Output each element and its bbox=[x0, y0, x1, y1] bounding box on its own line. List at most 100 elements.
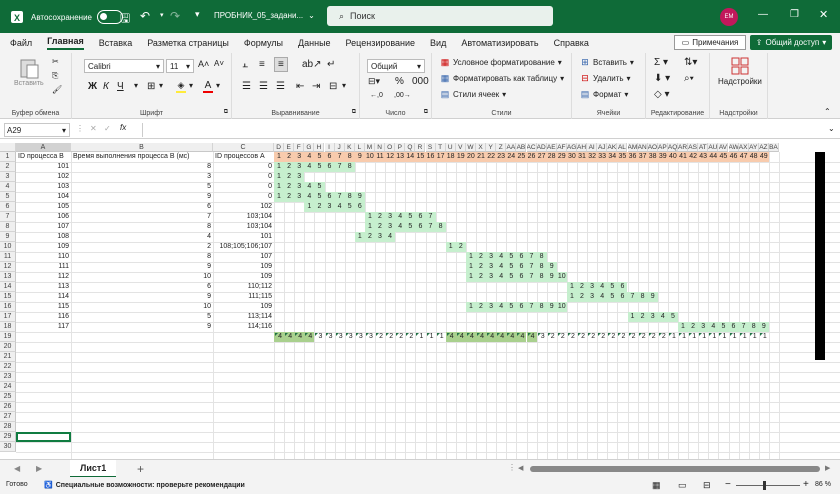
col-header[interactable]: AA bbox=[506, 143, 517, 152]
cell-dependencies[interactable]: 0 bbox=[213, 182, 274, 192]
parallel-count[interactable]: 2 bbox=[648, 332, 657, 342]
font-color-chevron-icon[interactable]: ▾ bbox=[216, 81, 220, 90]
parallel-count[interactable]: 1 bbox=[739, 332, 748, 342]
gantt-step[interactable]: 1 bbox=[466, 272, 476, 282]
gantt-step[interactable]: 2 bbox=[476, 302, 486, 312]
tab-data[interactable]: Данные bbox=[298, 38, 331, 48]
parallel-count[interactable]: 4 bbox=[456, 332, 465, 342]
time-axis-cell[interactable]: 19 bbox=[456, 152, 466, 162]
gantt-step[interactable]: 3 bbox=[648, 312, 658, 322]
gantt-step[interactable]: 7 bbox=[628, 292, 638, 302]
gantt-step[interactable]: 5 bbox=[314, 162, 324, 172]
scroll-right-icon[interactable]: ▶ bbox=[825, 464, 830, 472]
col-header[interactable]: AY bbox=[748, 143, 759, 152]
parallel-count[interactable]: 2 bbox=[375, 332, 384, 342]
qat-more-icon[interactable]: ▾ bbox=[195, 9, 200, 20]
gantt-step[interactable]: 2 bbox=[375, 212, 385, 222]
cell-process-id[interactable]: 103 bbox=[16, 182, 71, 192]
font-size-select[interactable]: 11 ▾ bbox=[166, 59, 194, 73]
row-header[interactable]: 3 bbox=[0, 172, 16, 182]
col-header[interactable]: AQ bbox=[667, 143, 678, 152]
cell-exec-time[interactable]: 9 bbox=[71, 262, 213, 272]
merge-icon[interactable]: ⊟ bbox=[329, 81, 337, 92]
gantt-step[interactable]: 5 bbox=[345, 202, 355, 212]
col-header[interactable]: AD bbox=[536, 143, 547, 152]
parallel-count[interactable]: 2 bbox=[577, 332, 586, 342]
gantt-step[interactable]: 5 bbox=[314, 182, 324, 192]
next-sheet-icon[interactable]: ▶ bbox=[36, 464, 42, 473]
parallel-count[interactable]: 2 bbox=[557, 332, 566, 342]
time-axis-cell[interactable]: 25 bbox=[516, 152, 526, 162]
gantt-step[interactable]: 4 bbox=[496, 252, 506, 262]
gantt-step[interactable]: 6 bbox=[355, 202, 365, 212]
gantt-step[interactable]: 1 bbox=[466, 252, 476, 262]
parallel-count[interactable]: 4 bbox=[304, 332, 313, 342]
cell-dependencies[interactable]: 102 bbox=[213, 202, 274, 212]
gantt-step[interactable]: 3 bbox=[486, 252, 496, 262]
row-header[interactable]: 16 bbox=[0, 302, 16, 312]
align-right-icon[interactable]: ☰ bbox=[276, 81, 285, 92]
cell-process-id[interactable]: 105 bbox=[16, 202, 71, 212]
col-header[interactable]: AI bbox=[587, 143, 598, 152]
zoom-in-icon[interactable]: + bbox=[803, 479, 809, 490]
gantt-step[interactable]: 7 bbox=[527, 272, 537, 282]
row-header[interactable]: 26 bbox=[0, 402, 16, 412]
time-axis-cell[interactable]: 44 bbox=[708, 152, 718, 162]
row-header[interactable]: 30 bbox=[0, 442, 16, 452]
row-header[interactable]: 28 bbox=[0, 422, 16, 432]
search-box[interactable]: ⌕ Поиск bbox=[327, 6, 553, 26]
parallel-count[interactable]: 1 bbox=[415, 332, 424, 342]
gantt-step[interactable]: 8 bbox=[537, 272, 547, 282]
time-axis-cell[interactable]: 28 bbox=[547, 152, 557, 162]
parallel-count[interactable]: 2 bbox=[638, 332, 647, 342]
parallel-count[interactable]: 4 bbox=[516, 332, 525, 342]
gantt-step[interactable]: 4 bbox=[496, 302, 506, 312]
cell-dependencies[interactable]: 103;104 bbox=[213, 222, 274, 232]
time-axis-cell[interactable]: 27 bbox=[537, 152, 547, 162]
gantt-step[interactable]: 1 bbox=[567, 282, 577, 292]
gantt-step[interactable]: 2 bbox=[284, 182, 294, 192]
col-header[interactable]: AW bbox=[728, 143, 739, 152]
decrease-indent-icon[interactable]: ⇤ bbox=[296, 81, 304, 92]
gantt-step[interactable]: 1 bbox=[274, 192, 284, 202]
col-header[interactable]: AR bbox=[678, 143, 689, 152]
col-header-c[interactable]: C bbox=[213, 143, 274, 152]
scroll-left-icon[interactable]: ◀ bbox=[518, 464, 523, 472]
col-header[interactable]: W bbox=[465, 143, 476, 152]
cell-process-id[interactable]: 110 bbox=[16, 252, 71, 262]
select-all-corner[interactable] bbox=[0, 143, 16, 152]
gantt-step[interactable]: 8 bbox=[638, 292, 648, 302]
gantt-step[interactable]: 2 bbox=[284, 172, 294, 182]
tabs-options-icon[interactable]: ⋮ bbox=[508, 463, 516, 472]
row-header[interactable]: 19 bbox=[0, 332, 16, 342]
gantt-step[interactable]: 8 bbox=[436, 222, 446, 232]
time-axis-cell[interactable]: 2 bbox=[284, 152, 294, 162]
parallel-count[interactable]: 4 bbox=[466, 332, 475, 342]
col-header[interactable]: R bbox=[415, 143, 426, 152]
addins-button[interactable]: Надстройки bbox=[718, 57, 762, 86]
time-axis-cell[interactable]: 21 bbox=[476, 152, 486, 162]
sheet-tab-list1[interactable]: Лист1 bbox=[70, 460, 117, 478]
align-top-icon[interactable]: ⫠ bbox=[242, 59, 248, 70]
gantt-step[interactable]: 4 bbox=[335, 202, 345, 212]
notes-button[interactable]: ▭ Примечания bbox=[674, 35, 746, 50]
time-axis-cell[interactable]: 17 bbox=[436, 152, 446, 162]
cell-process-id[interactable]: 114 bbox=[16, 292, 71, 302]
time-axis-cell[interactable]: 41 bbox=[678, 152, 688, 162]
gantt-step[interactable]: 4 bbox=[658, 312, 668, 322]
time-axis-cell[interactable]: 12 bbox=[385, 152, 395, 162]
worksheet-grid[interactable]: A B C ID процесса B Время выполнения про… bbox=[0, 143, 840, 459]
borders-icon[interactable]: ⊞ bbox=[147, 81, 155, 92]
cell-dependencies[interactable]: 103;104 bbox=[213, 212, 274, 222]
page-break-view-icon[interactable]: ⊟ bbox=[703, 480, 711, 491]
percent-icon[interactable]: % bbox=[395, 76, 404, 87]
col-header[interactable]: AM bbox=[627, 143, 638, 152]
col-header[interactable]: AS bbox=[688, 143, 699, 152]
gantt-step[interactable]: 6 bbox=[617, 282, 627, 292]
row-header[interactable]: 23 bbox=[0, 372, 16, 382]
row-header[interactable]: 7 bbox=[0, 212, 16, 222]
gantt-step[interactable]: 2 bbox=[476, 272, 486, 282]
parallel-count[interactable]: 4 bbox=[274, 332, 283, 342]
time-axis-cell[interactable]: 5 bbox=[314, 152, 324, 162]
gantt-step[interactable]: 5 bbox=[506, 252, 516, 262]
